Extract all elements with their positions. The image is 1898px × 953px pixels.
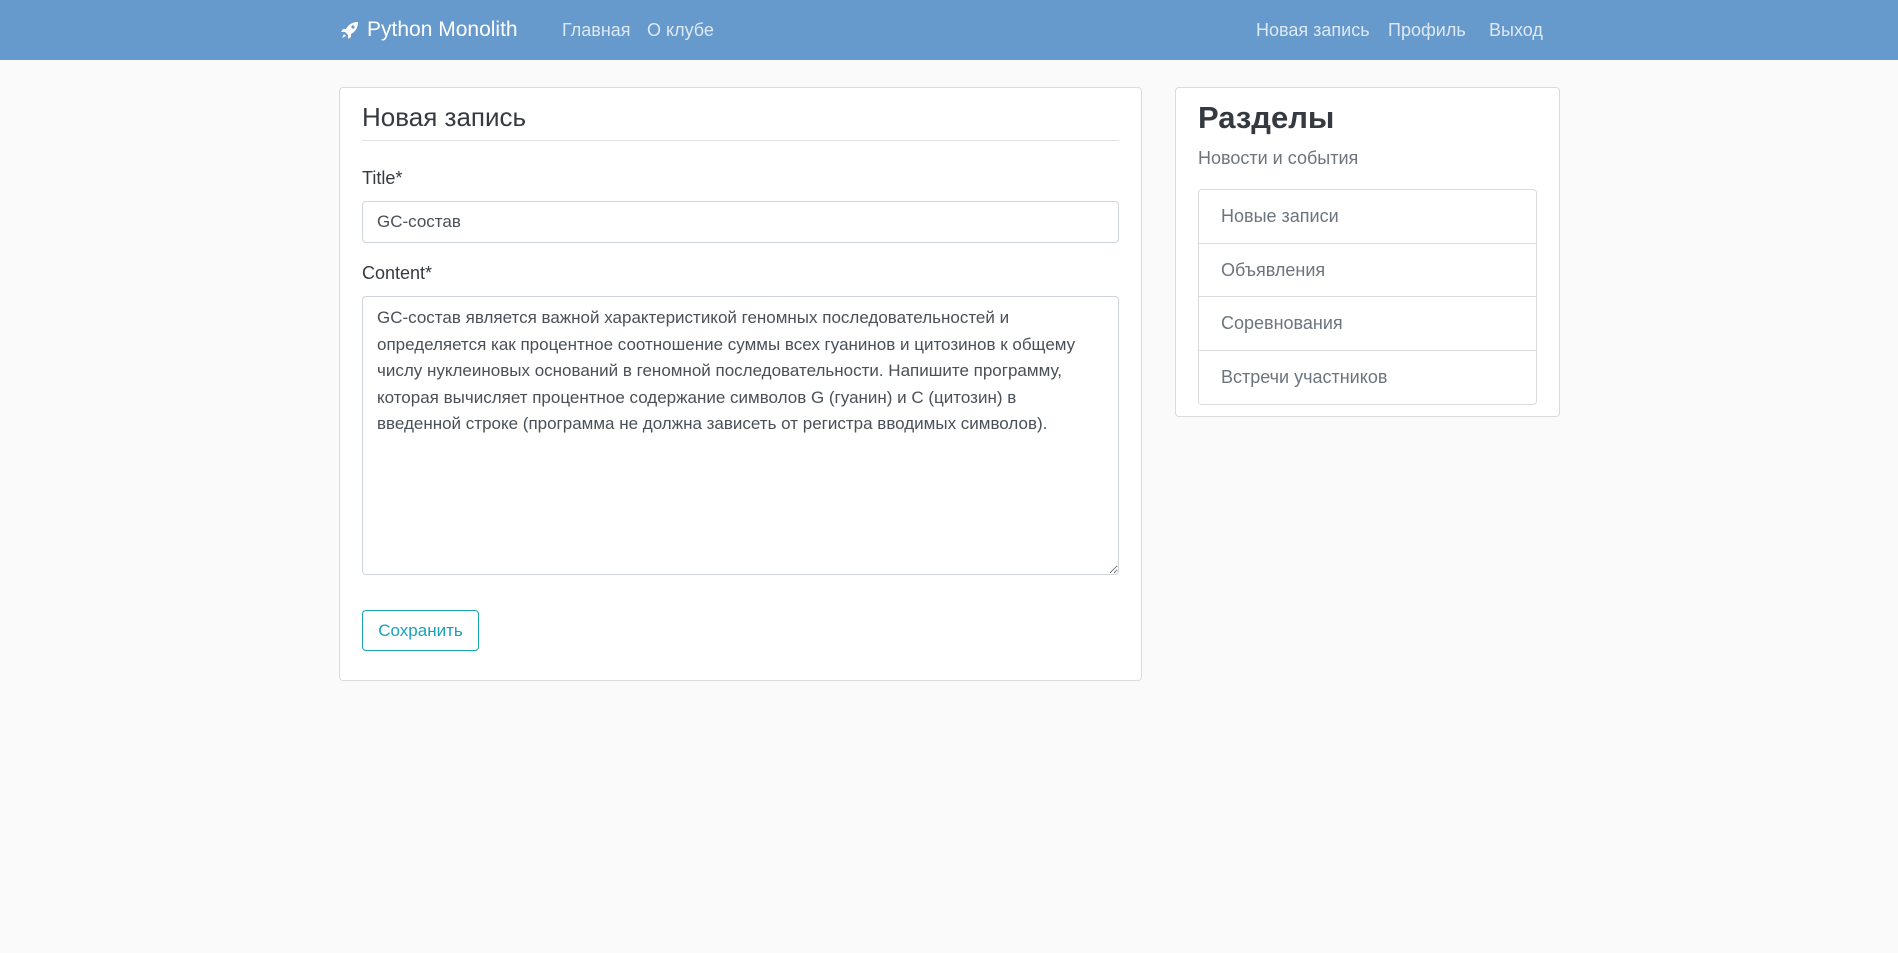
sections-subtitle: Новости и события xyxy=(1198,148,1359,168)
nav-link-logout[interactable]: Выход xyxy=(1489,0,1543,60)
sidebar-item-competitions[interactable]: Соревнования xyxy=(1199,297,1536,351)
content-textarea[interactable]: GC-состав является важной характеристико… xyxy=(362,296,1119,575)
sidebar-item-meetups[interactable]: Встречи участников xyxy=(1199,350,1536,404)
title-label: Title* xyxy=(362,168,403,188)
sections-list: Новые записи Объявления Соревнования Вст… xyxy=(1198,189,1537,405)
heading-divider xyxy=(362,140,1119,141)
nav-link-new-post[interactable]: Новая запись xyxy=(1256,0,1370,60)
nav-link-home[interactable]: Главная xyxy=(562,0,631,60)
new-post-card: Новая запись Title* Content* GC-состав я… xyxy=(339,87,1142,681)
top-navbar: Python Monolith Главная О клубе Новая за… xyxy=(0,0,1898,60)
nav-link-profile[interactable]: Профиль xyxy=(1388,0,1466,60)
title-input[interactable] xyxy=(362,201,1119,243)
sidebar-item-new-posts[interactable]: Новые записи xyxy=(1199,190,1536,244)
rocket-icon xyxy=(339,19,361,41)
nav-link-about[interactable]: О клубе xyxy=(647,0,714,60)
sections-card: Разделы Новости и события Новые записи О… xyxy=(1175,87,1560,417)
sections-title: Разделы xyxy=(1198,100,1335,135)
brand-link[interactable]: Python Monolith xyxy=(339,0,518,60)
brand-label: Python Monolith xyxy=(367,18,518,41)
sidebar-item-announcements[interactable]: Объявления xyxy=(1199,243,1536,297)
save-button[interactable]: Сохранить xyxy=(362,610,479,651)
form-heading: Новая запись xyxy=(362,102,527,132)
content-label: Content* xyxy=(362,263,433,283)
